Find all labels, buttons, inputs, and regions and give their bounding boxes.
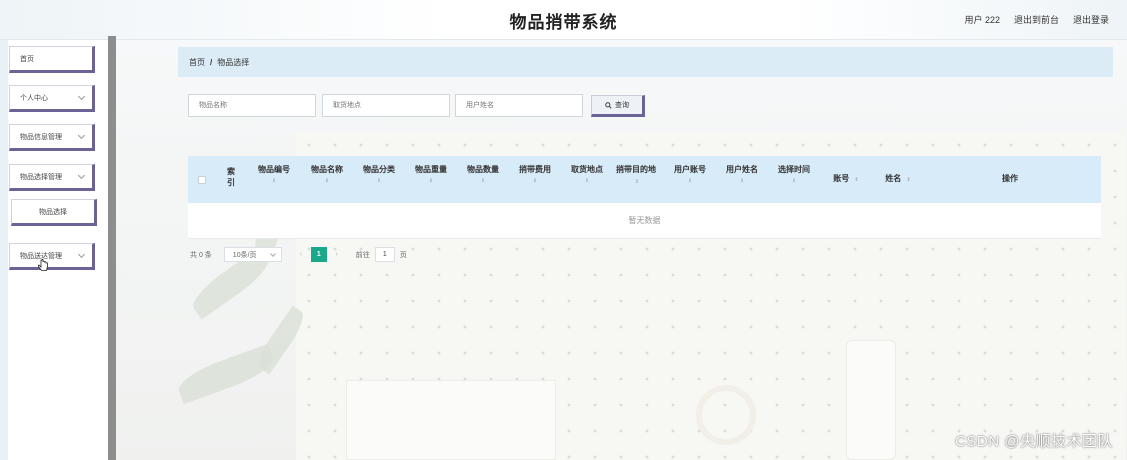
page-size-value: 10条/页 [232, 251, 257, 259]
column-header-delivery-fee[interactable]: 捎带费用 ⇕ [513, 164, 557, 187]
sidebar-item-item-info-management[interactable]: 物品信息管理 [9, 124, 95, 151]
column-header-item-no[interactable]: 物品编号 ⇕ [252, 164, 296, 187]
column-header-label: 操作 [1002, 174, 1018, 183]
pagination: 共 0 条 10条/页 ‹ 1 › 前往 1 页 [190, 247, 407, 262]
background-vase [696, 385, 756, 445]
breadcrumb-home[interactable]: 首页 [189, 57, 205, 68]
sort-icon[interactable]: ⇕ [635, 179, 639, 185]
sort-icon[interactable]: ⇕ [409, 176, 453, 187]
chevron-down-icon [269, 251, 276, 257]
column-header-label: 物品名称 [311, 165, 343, 174]
sort-icon[interactable]: ⇕ [720, 176, 764, 187]
column-header-label: 索引 [227, 167, 235, 187]
search-button[interactable]: 查询 [591, 95, 645, 117]
sort-icon[interactable]: ⇕ [461, 176, 505, 187]
sidebar-item-home[interactable]: 首页 [9, 46, 95, 73]
empty-table-message: 暂无数据 [188, 203, 1101, 239]
background-shelf [346, 380, 556, 460]
main-content: 首页 / 物品选择 查询 索引 物品编号 ⇕ 物品名称 ⇕ 物 [116, 40, 1127, 460]
user-name-input[interactable] [455, 94, 583, 117]
column-header-name[interactable]: 姓名 ⇕ [876, 173, 920, 186]
sidebar-item-label: 首页 [20, 55, 34, 63]
column-header-label: 物品重量 [415, 165, 447, 174]
column-header-item-category[interactable]: 物品分类 ⇕ [357, 164, 401, 187]
table-header: 索引 物品编号 ⇕ 物品名称 ⇕ 物品分类 ⇕ 物品重量 ⇕ 物品数量 ⇕ 捎带… [188, 156, 1101, 203]
sort-icon[interactable]: ⇕ [252, 176, 296, 187]
breadcrumb-separator: / [210, 57, 213, 67]
sort-icon[interactable]: ⇕ [513, 176, 557, 187]
sort-icon[interactable]: ⇕ [565, 176, 609, 187]
sidebar-edge [0, 40, 8, 460]
column-header-label: 捎带费用 [519, 165, 551, 174]
watermark: CSDN @央顺技术团队 [955, 433, 1113, 450]
app-title: 物品捎带系统 [509, 13, 618, 32]
sidebar-item-personal-center[interactable]: 个人中心 [9, 85, 95, 112]
sidebar-scrollbar[interactable] [108, 36, 116, 460]
column-header-actions: 操作 [988, 173, 1032, 184]
sort-icon[interactable]: ⇕ [357, 176, 401, 187]
column-header-item-quantity[interactable]: 物品数量 ⇕ [461, 164, 505, 187]
select-all-checkbox[interactable] [198, 176, 206, 184]
column-header-label: 用户姓名 [726, 165, 758, 174]
column-header-user-account[interactable]: 用户账号 ⇕ [668, 164, 712, 187]
page-size-select[interactable]: 10条/页 [223, 247, 282, 262]
sort-icon[interactable]: ⇕ [855, 177, 859, 183]
column-header-index[interactable]: 索引 [224, 166, 238, 188]
chevron-down-icon [77, 131, 86, 140]
logout-link[interactable]: 退出登录 [1073, 13, 1109, 26]
goto-label: 前往 [355, 251, 370, 259]
search-icon [605, 101, 612, 109]
item-name-input[interactable] [188, 94, 316, 117]
column-header-label: 物品数量 [467, 165, 499, 174]
sort-icon[interactable]: ⇕ [668, 176, 712, 187]
column-header-label: 账号 [833, 174, 850, 183]
sidebar-item-label: 物品选择管理 [20, 173, 62, 181]
pagination-total: 共 0 条 [190, 251, 212, 259]
prev-page-button[interactable]: ‹ [294, 247, 308, 262]
column-header-destination[interactable]: 捎带目的地 ⇕ [616, 164, 656, 188]
column-header-item-name[interactable]: 物品名称 ⇕ [305, 164, 349, 187]
pickup-location-input[interactable] [322, 94, 450, 117]
chevron-down-icon [77, 92, 86, 101]
breadcrumb: 首页 / 物品选择 [178, 47, 1113, 77]
column-header-label: 姓名 [885, 174, 902, 183]
sort-icon[interactable]: ⇕ [772, 176, 816, 187]
sidebar-subitem-item-selection[interactable]: 物品选择 [11, 199, 97, 226]
page-number-current[interactable]: 1 [310, 247, 327, 262]
column-header-account[interactable]: 账号 ⇕ [824, 173, 868, 186]
header-links: 用户 222 退出到前台 退出登录 [964, 13, 1109, 26]
goto-page-input[interactable]: 1 [374, 247, 395, 262]
sidebar-item-label: 个人中心 [20, 94, 48, 102]
column-header-label: 物品编号 [258, 165, 290, 174]
column-header-label: 捎带目的地 [616, 165, 656, 174]
sort-icon[interactable]: ⇕ [907, 177, 911, 183]
sidebar-item-delivery-management[interactable]: 物品送达管理 [9, 243, 95, 270]
data-table: 索引 物品编号 ⇕ 物品名称 ⇕ 物品分类 ⇕ 物品重量 ⇕ 物品数量 ⇕ 捎带… [188, 156, 1101, 239]
chevron-down-icon [77, 250, 86, 259]
column-header-pickup-location[interactable]: 取货地点 ⇕ [565, 164, 609, 187]
search-button-label: 查询 [615, 102, 629, 109]
column-header-label: 选择时间 [778, 165, 810, 174]
column-header-user-name[interactable]: 用户姓名 ⇕ [720, 164, 764, 187]
top-bar: 物品捎带系统 用户 222 退出到前台 退出登录 [0, 0, 1127, 40]
hand-cursor-icon [38, 259, 48, 271]
column-header-select-time[interactable]: 选择时间 ⇕ [772, 164, 816, 187]
breadcrumb-current: 物品选择 [217, 57, 250, 67]
sidebar-item-item-selection-management[interactable]: 物品选择管理 [9, 164, 95, 191]
chevron-down-icon [77, 171, 86, 180]
column-header-label: 物品分类 [363, 165, 395, 174]
sidebar-item-label: 物品选择 [39, 208, 67, 216]
page-suffix: 页 [399, 251, 407, 259]
current-user-label: 用户 222 [964, 15, 1000, 25]
back-to-frontend-link[interactable]: 退出到前台 [1014, 13, 1059, 26]
background-cylinder [846, 340, 896, 460]
column-header-label: 用户账号 [674, 165, 706, 174]
sidebar-item-label: 物品信息管理 [20, 133, 62, 141]
sort-icon[interactable]: ⇕ [305, 176, 349, 187]
column-header-label: 取货地点 [571, 165, 603, 174]
column-header-item-weight[interactable]: 物品重量 ⇕ [409, 164, 453, 187]
next-page-button[interactable]: › [330, 247, 344, 262]
